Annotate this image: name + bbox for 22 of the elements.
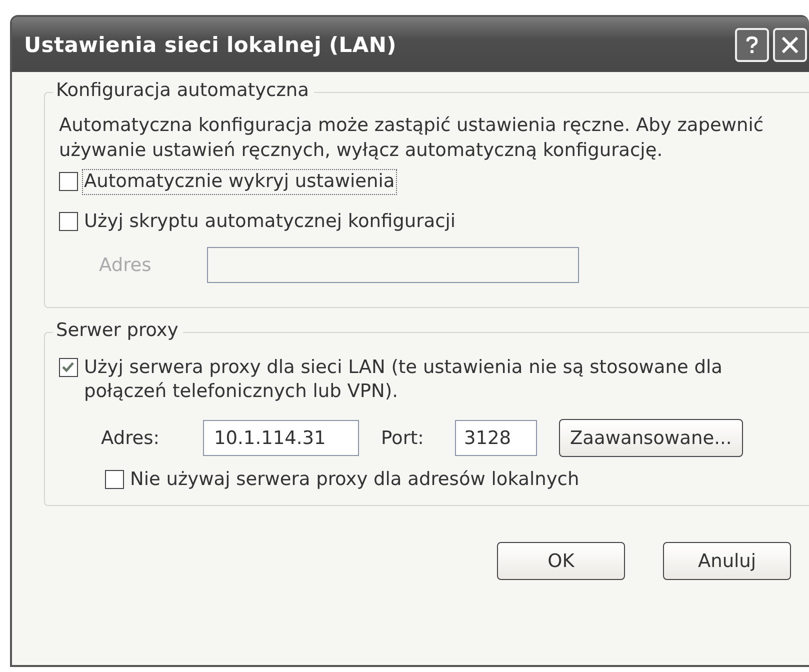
window-title: Ustawienia sieci lokalnej (LAN) [24, 32, 398, 56]
checkbox[interactable] [59, 172, 78, 191]
field-label: Port: [381, 428, 425, 448]
cancel-button[interactable]: Anuluj [663, 542, 791, 580]
ok-button[interactable]: OK [497, 542, 625, 580]
description-text: Automatyczna konfiguracja może zastąpić ustawienia ręczne. Aby zapewnić używanie ustawień ręcznych, wyłącz automatyczną konfigurację. [59, 114, 765, 163]
group-label: Konfiguracja automatyczna [53, 80, 314, 101]
checkbox[interactable] [59, 212, 78, 231]
field-label: Adres: [101, 428, 161, 448]
advanced-button[interactable]: Zaawansowane... [559, 419, 743, 457]
checkbox[interactable] [59, 358, 78, 377]
group-label: Serwer proxy [53, 320, 184, 341]
port-field[interactable]: 3128 [455, 420, 537, 456]
close-button[interactable] [773, 28, 807, 62]
checkbox-label[interactable]: Użyj serwera proxy dla sieci LAN (te ustawienia nie są stosowane dla połączeń telefonicznych lub VPN). [82, 355, 726, 405]
address-field[interactable]: 10.1.114.31 [203, 420, 359, 456]
checkbox[interactable] [105, 470, 124, 489]
checkbox-label[interactable]: Automatycznie wykryj ustawienia [82, 169, 397, 195]
checkbox-label[interactable]: Nie używaj serwera proxy dla adresów lokalnych [128, 467, 582, 493]
checkbox-label[interactable]: Użyj skryptu automatycznej konfiguracji [82, 209, 458, 235]
help-button[interactable] [735, 28, 769, 62]
field-label: Adres [99, 254, 152, 276]
